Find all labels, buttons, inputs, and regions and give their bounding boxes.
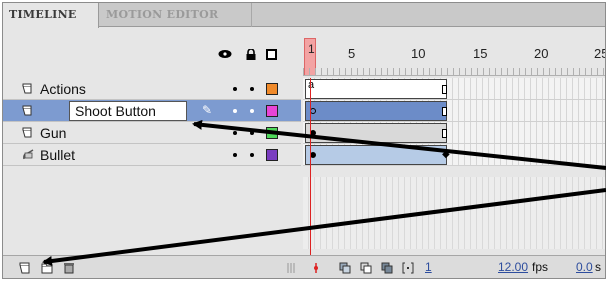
outline-icon[interactable] bbox=[266, 49, 277, 60]
layer-row-bullet[interactable]: Bullet ◆ bbox=[3, 144, 605, 166]
layer-icon bbox=[22, 105, 32, 116]
new-folder-icon[interactable] bbox=[41, 262, 53, 274]
tab-motion-editor[interactable]: MOTION EDITOR bbox=[100, 3, 252, 27]
guide-layer-icon bbox=[23, 149, 34, 160]
elapsed-time-field[interactable]: 0.0 bbox=[576, 260, 593, 274]
lock-dot[interactable] bbox=[250, 109, 254, 113]
playhead-frame-label: 1 bbox=[308, 42, 315, 56]
layer-color-swatch[interactable] bbox=[266, 149, 278, 161]
layer-rename-input[interactable]: Shoot Button bbox=[69, 101, 187, 121]
layer-frames[interactable] bbox=[303, 100, 605, 122]
visibility-dot[interactable] bbox=[233, 131, 237, 135]
fps-label: fps bbox=[532, 260, 549, 274]
visibility-dot[interactable] bbox=[233, 109, 237, 113]
end-keyframe[interactable] bbox=[442, 107, 447, 116]
tween-end-keyframe[interactable]: ◆ bbox=[442, 149, 450, 160]
tab-timeline[interactable]: TIMELINE bbox=[3, 3, 99, 28]
edit-multiple-frames-icon[interactable] bbox=[381, 262, 393, 274]
frame-span[interactable] bbox=[305, 101, 447, 121]
layer-name-cell[interactable]: Gun bbox=[3, 122, 301, 144]
timeline-header: 1 5 10 15 20 25 bbox=[3, 28, 605, 78]
center-frame-icon[interactable] bbox=[310, 262, 322, 274]
layer-color-swatch[interactable] bbox=[266, 83, 278, 95]
layer-color-swatch[interactable] bbox=[266, 127, 278, 139]
frame-span[interactable] bbox=[305, 123, 447, 143]
lock-dot[interactable] bbox=[250, 87, 254, 91]
ruler-label: 10 bbox=[411, 46, 426, 61]
layer-row-gun[interactable]: Gun bbox=[3, 122, 605, 144]
layer-icon bbox=[22, 83, 32, 94]
layer-name-cell[interactable]: Bullet bbox=[3, 144, 301, 166]
new-layer-icon[interactable] bbox=[19, 262, 31, 274]
ruler-label: 20 bbox=[534, 46, 549, 61]
action-script-marker: a bbox=[308, 79, 315, 91]
frame-ruler[interactable]: 1 5 10 15 20 25 bbox=[303, 28, 605, 78]
onion-skin-icon[interactable] bbox=[339, 262, 351, 274]
lock-icon[interactable] bbox=[246, 49, 256, 60]
pencil-icon: ✎ bbox=[202, 103, 213, 117]
ruler-label: 5 bbox=[348, 46, 356, 61]
empty-frames bbox=[303, 177, 605, 249]
current-frame-field[interactable]: 1 bbox=[425, 260, 432, 274]
timeline-panel: TIMELINE MOTION EDITOR 1 5 10 15 20 25 bbox=[2, 2, 606, 279]
timeline-footer: 1 12.00 fps 0.0 s bbox=[3, 255, 605, 278]
ruler-label: 15 bbox=[473, 46, 488, 61]
lock-dot[interactable] bbox=[250, 153, 254, 157]
frame-span[interactable]: a bbox=[305, 79, 447, 99]
layer-color-swatch[interactable] bbox=[266, 105, 278, 117]
ruler-label: 25 bbox=[594, 46, 605, 61]
onion-skin-outlines-icon[interactable] bbox=[360, 262, 372, 274]
elapsed-unit-label: s bbox=[595, 260, 601, 274]
ruler-ticks bbox=[303, 68, 605, 76]
visibility-dot[interactable] bbox=[233, 153, 237, 157]
scroll-handle-icon[interactable] bbox=[285, 262, 297, 274]
frame-span[interactable]: ◆ bbox=[305, 145, 450, 165]
layer-row-shoot-button[interactable]: Shoot Button ✎ bbox=[3, 100, 605, 122]
layer-frames[interactable]: a bbox=[303, 78, 605, 100]
layer-name: Bullet bbox=[40, 147, 76, 163]
layer-name-cell[interactable]: Actions bbox=[3, 78, 301, 100]
playhead-line bbox=[310, 78, 311, 276]
eye-icon[interactable] bbox=[218, 49, 232, 59]
empty-layer-area bbox=[3, 177, 605, 249]
layer-icon bbox=[22, 127, 32, 138]
frame-rate-field[interactable]: 12.00 bbox=[498, 260, 528, 274]
end-keyframe[interactable] bbox=[442, 129, 447, 138]
visibility-dot[interactable] bbox=[233, 87, 237, 91]
tab-bar: TIMELINE MOTION EDITOR bbox=[3, 3, 605, 28]
layer-row-actions[interactable]: Actions a bbox=[3, 78, 605, 100]
trash-icon[interactable] bbox=[63, 262, 75, 274]
layer-name-cell[interactable]: Shoot Button ✎ bbox=[3, 100, 301, 122]
layer-frames[interactable]: ◆ bbox=[303, 144, 605, 166]
layer-name: Gun bbox=[40, 125, 67, 141]
layer-frames[interactable] bbox=[303, 122, 605, 144]
modify-markers-icon[interactable] bbox=[402, 262, 414, 274]
lock-dot[interactable] bbox=[250, 131, 254, 135]
layer-name: Actions bbox=[40, 81, 86, 97]
end-keyframe[interactable] bbox=[442, 85, 447, 94]
